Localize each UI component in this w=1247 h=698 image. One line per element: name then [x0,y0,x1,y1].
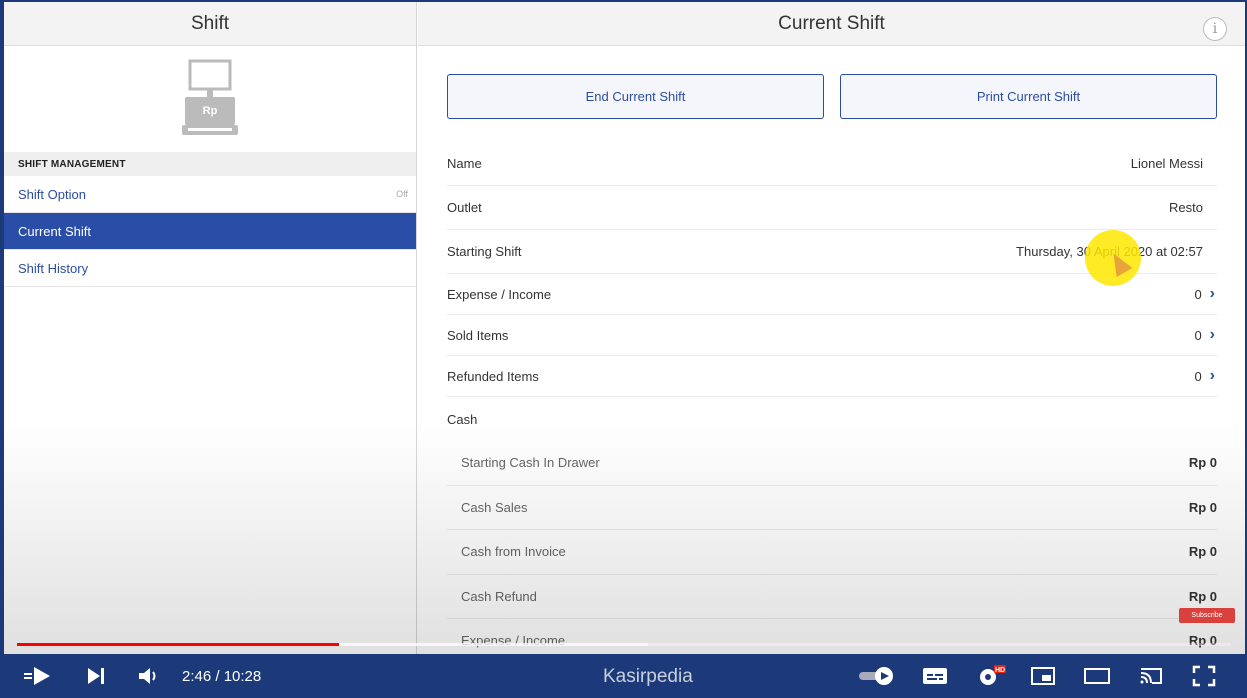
detail-label: Expense / Income [447,286,552,302]
cash-row-value: Rp 0 [1188,633,1217,649]
menu-item-label: Shift Option [18,186,86,202]
detail-label: Outlet [447,200,482,215]
left-pane: Shift Rp SHIFT MANAGEMENT Shift Option O… [4,2,417,654]
detail-value: Resto [1169,200,1203,215]
chevron-right-icon: › [1209,367,1215,384]
detail-value: Lionel Messi [1130,156,1203,171]
left-pane-title: Shift [4,2,416,46]
cash-row: Cash from Invoice Rp 0 [447,530,1217,575]
section-label: SHIFT MANAGEMENT [4,152,416,176]
detail-label: Name [447,156,482,171]
cash-section-heading: Cash [447,397,1217,441]
detail-row-refunded-items[interactable]: Refunded Items 0 › [447,356,1217,397]
cash-row-label: Cash from Invoice [461,544,566,560]
detail-row-sold-items[interactable]: Sold Items 0 › [447,315,1217,356]
theater-mode-icon[interactable] [1082,664,1112,688]
cash-row: Cash Refund Rp 0 [447,575,1217,619]
hd-badge: HD [995,667,1005,674]
cash-row-label: Expense / Income [461,633,566,649]
detail-value: 0 [1194,286,1202,302]
cash-row-value: Rp 0 [1188,499,1217,515]
menu-item-current-shift[interactable]: Current Shift [4,213,416,250]
shift-details: Name Lionel Messi Outlet Resto Starting … [447,142,1217,654]
detail-label: Starting Shift [447,244,522,259]
detail-value: 0 [1194,368,1202,384]
progress-played [17,643,339,646]
detail-label: Sold Items [447,327,509,343]
cash-row: Starting Cash In Drawer Rp 0 [447,441,1217,486]
shift-option-status: Off [396,189,408,199]
detail-label: Refunded Items [447,368,539,384]
playback-time: 2:46 / 10:28 [182,667,262,685]
play-icon[interactable] [22,664,54,688]
detail-value: 0 [1194,327,1202,343]
cash-row-label: Starting Cash In Drawer [461,455,600,471]
volume-icon[interactable] [136,664,162,688]
menu-item-shift-history[interactable]: Shift History [4,250,416,287]
video-frame: Shift Rp SHIFT MANAGEMENT Shift Option O… [0,0,1247,698]
menu-item-shift-option[interactable]: Shift Option Off [4,176,416,213]
cast-icon[interactable] [1136,664,1166,688]
menu-item-label: Shift History [18,260,89,276]
cash-row-value: Rp 0 [1188,544,1217,560]
cash-register-illustration: Rp [4,46,416,152]
end-current-shift-button[interactable]: End Current Shift [447,74,824,119]
menu-item-label: Current Shift [18,223,91,239]
cash-row-label: Cash Sales [461,499,528,515]
cash-register-icon: Rp [182,59,238,135]
print-current-shift-button[interactable]: Print Current Shift [840,74,1217,119]
cash-heading-label: Cash [447,411,478,427]
cash-row-value: Rp 0 [1188,588,1217,604]
page-title: Current Shift i [418,2,1245,46]
action-buttons: End Current Shift Print Current Shift [447,74,1217,119]
autoplay-toggle-icon[interactable] [858,664,896,688]
detail-row-name: Name Lionel Messi [447,142,1217,186]
page-title-text: Current Shift [778,12,885,34]
next-icon[interactable] [84,664,108,688]
subscribe-watermark[interactable]: Subscribe [1179,608,1235,623]
player-controls: 2:46 / 10:28 Kasirpedia HD [0,654,1247,698]
register-badge: Rp [203,105,218,117]
subtitles-icon[interactable] [921,664,949,688]
cash-row-value: Rp 0 [1188,455,1217,471]
right-pane: Current Shift i End Current Shift Print … [418,2,1245,654]
cash-row: Expense / Income Rp 0 [447,619,1217,654]
settings-gear-icon[interactable]: HD [975,664,1007,688]
detail-row-outlet: Outlet Resto [447,186,1217,230]
chevron-right-icon: › [1209,285,1215,302]
cash-row: Cash Sales Rp 0 [447,486,1217,530]
channel-watermark: Kasirpedia [603,666,693,687]
cash-row-label: Cash Refund [461,588,537,604]
chevron-right-icon: › [1209,326,1215,343]
fullscreen-icon[interactable] [1191,664,1217,688]
info-icon[interactable]: i [1203,17,1227,41]
miniplayer-icon[interactable] [1029,664,1057,688]
app-window: Shift Rp SHIFT MANAGEMENT Shift Option O… [4,2,1245,654]
